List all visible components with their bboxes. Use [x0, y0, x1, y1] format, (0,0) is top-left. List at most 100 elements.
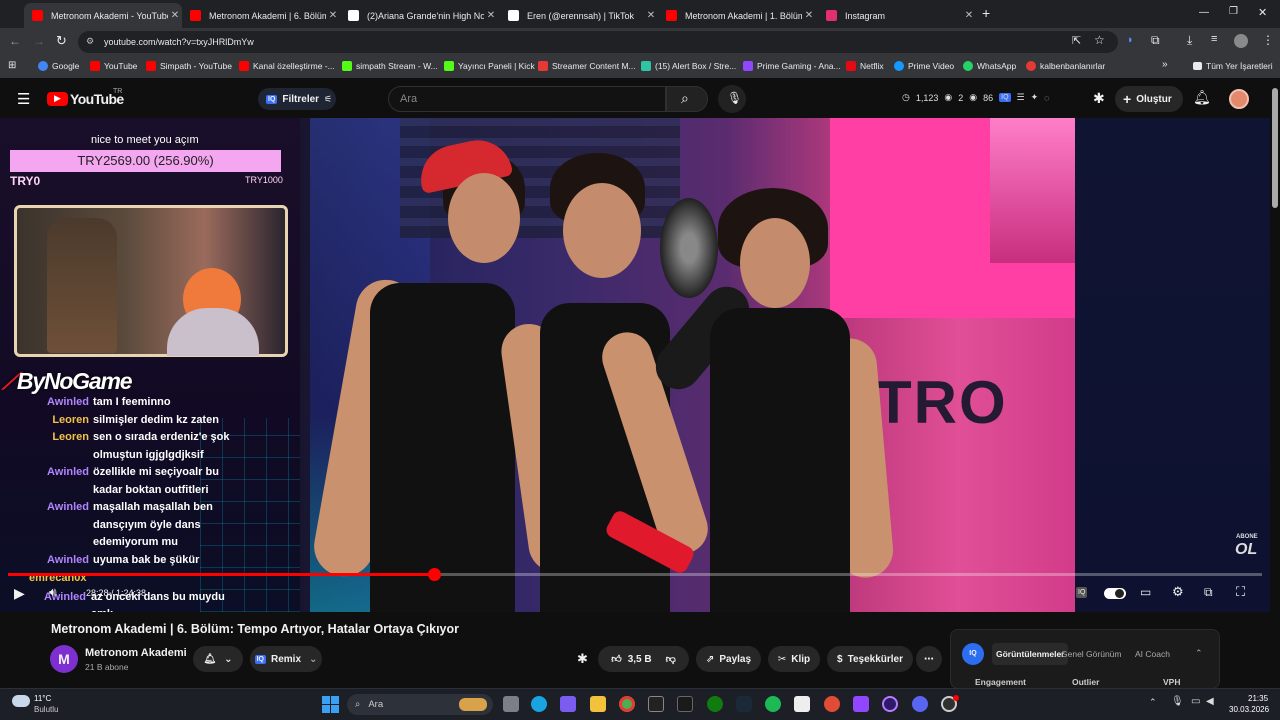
xbox-icon[interactable] — [707, 696, 723, 712]
tab-overview[interactable]: Genel Görünüm — [1061, 649, 1121, 659]
iq-player-icon[interactable]: IQ — [1076, 587, 1088, 598]
weather-temp[interactable]: 11°C — [34, 694, 51, 703]
chrome-icon[interactable] — [619, 696, 635, 712]
start-menu-icon[interactable] — [322, 696, 339, 713]
tab-ariana[interactable]: (2)Ariana Grande'nin High Note ✕ — [340, 3, 498, 28]
profile-avatar[interactable] — [1234, 34, 1248, 48]
microphone-icon[interactable]: 🎙 — [1171, 696, 1184, 707]
task-view-icon[interactable] — [503, 696, 519, 712]
page-scrollbar[interactable] — [1272, 88, 1278, 208]
search-button[interactable]: ⌕ — [666, 86, 708, 112]
bookmark-simpath-youtube[interactable]: Simpath - YouTube — [146, 61, 232, 71]
dislike-icon[interactable]: 👎︎ — [666, 653, 676, 665]
capcut-icon[interactable] — [794, 696, 810, 712]
user-avatar[interactable] — [1229, 89, 1249, 109]
bookmark-kick[interactable]: Yayıncı Paneli | Kick — [444, 61, 535, 71]
bookmark-kanal[interactable]: Kanal özelleştirme -... — [239, 61, 335, 71]
weather-cloud-icon[interactable] — [12, 695, 30, 707]
bookmark-youtube[interactable]: YouTube — [90, 61, 137, 71]
channel-avatar[interactable]: M — [50, 645, 78, 673]
steam-icon[interactable] — [736, 696, 752, 712]
taskbar-search[interactable]: ⌕ Ara — [347, 694, 493, 715]
extension-audio-icon[interactable]: ◗ — [1127, 34, 1134, 46]
play-icon[interactable]: ▶ — [14, 585, 25, 602]
like-icon[interactable]: 👍︎ — [611, 653, 621, 665]
filters-button[interactable]: IQ Filtreler ⚟ — [258, 88, 336, 110]
spotify-icon[interactable] — [765, 696, 781, 712]
video-player[interactable]: TRO nice to meet you açım TRY2569.00 (25… — [0, 118, 1270, 612]
settings-gear-icon[interactable]: ⚙ — [1172, 584, 1184, 600]
channel-name[interactable]: Metronom Akademi — [85, 647, 187, 659]
lightbulb-icon[interactable]: ✦ — [1031, 92, 1039, 103]
voice-search-button[interactable]: 🎙 — [718, 85, 746, 113]
extensions-icon[interactable]: ⧉ — [1151, 33, 1160, 48]
search-input[interactable]: Ara — [388, 86, 666, 112]
restore-icon[interactable]: ❐ — [1229, 6, 1238, 17]
downloads-icon[interactable]: ⤓ — [1187, 33, 1192, 48]
bookmark-netflix[interactable]: Netflix — [846, 61, 884, 71]
iq-icon[interactable]: IQ — [999, 93, 1011, 102]
more-actions-button[interactable]: ⋯ — [916, 646, 942, 672]
thanks-button[interactable]: $ Teşekkürler — [827, 646, 913, 672]
chevron-up-icon[interactable]: ⌃ — [1195, 648, 1203, 659]
subtitles-icon[interactable]: ▭ — [1140, 585, 1151, 599]
tab-metronom-youtube[interactable]: Metronom Akademi - YouTube ✕ — [24, 3, 182, 28]
remix-button[interactable]: IQ Remix ⌄ — [250, 646, 322, 672]
install-icon[interactable]: ⇱ — [1072, 34, 1081, 47]
forward-icon[interactable]: → — [33, 34, 45, 48]
tray-chevron-icon[interactable]: ⌃ — [1149, 697, 1157, 708]
discord-icon[interactable] — [912, 696, 928, 712]
bookmark-prime-gaming[interactable]: Prime Gaming - Ana... — [743, 61, 841, 71]
close-tab-icon[interactable]: ✕ — [644, 10, 658, 21]
list-icon[interactable]: ☰ — [1017, 92, 1025, 103]
share-button[interactable]: ⇗ Paylaş — [696, 646, 761, 672]
extension-plugin-icon[interactable]: ✱ — [1093, 90, 1105, 107]
media-icon[interactable]: ≡ — [1211, 33, 1217, 45]
clock-time[interactable]: 21:35 — [1248, 694, 1268, 703]
bookmark-star-icon[interactable]: ☆ — [1094, 33, 1105, 47]
all-bookmarks[interactable]: Tüm Yer İşaretleri — [1193, 61, 1273, 71]
tab-tiktok-eren[interactable]: Eren (@erennsah) | TikTok ✕ — [500, 3, 658, 28]
close-tab-icon[interactable]: ✕ — [484, 10, 498, 21]
hamburger-menu-icon[interactable]: ☰ — [17, 90, 30, 108]
network-icon[interactable]: ▭ — [1191, 696, 1200, 707]
tab-ai-coach[interactable]: AI Coach — [1135, 649, 1170, 659]
progress-bar[interactable] — [8, 568, 1262, 581]
amazon-icon[interactable] — [677, 696, 693, 712]
url-field[interactable]: ⚙ youtube.com/watch?v=txyJHRlDmYw — [78, 31, 1118, 53]
clip-button[interactable]: ✂ Klip — [768, 646, 820, 672]
bookmark-streamer-content[interactable]: Streamer Content M... — [538, 61, 636, 71]
fullscreen-icon[interactable]: ⛶ — [1236, 584, 1245, 600]
bookmark-google[interactable]: Google — [38, 61, 79, 71]
more-bookmarks-icon[interactable]: » — [1162, 59, 1168, 70]
extension-icon[interactable]: ✱ — [577, 651, 588, 667]
app-icon[interactable] — [824, 696, 840, 712]
subscribed-bell-button[interactable]: 🔔︎ ⌄ — [193, 646, 243, 672]
minimize-icon[interactable]: — — [1199, 7, 1209, 18]
app-icon[interactable] — [882, 696, 898, 712]
bookmark-alert-box[interactable]: (15) Alert Box / Stre... — [641, 61, 736, 71]
reload-icon[interactable]: ↻ — [56, 33, 67, 49]
comment-icon[interactable]: ◌ — [1044, 93, 1049, 103]
tab-metronom-6[interactable]: Metronom Akademi | 6. Bölüm ✕ — [182, 3, 340, 28]
autoplay-toggle[interactable] — [1104, 588, 1126, 599]
tab-instagram[interactable]: Instagram ✕ — [818, 3, 976, 28]
site-info-icon[interactable]: ⚙ — [86, 36, 94, 47]
miniplayer-icon[interactable]: ⧉ — [1204, 585, 1213, 600]
epic-games-icon[interactable] — [648, 696, 664, 712]
twitch-icon[interactable] — [853, 696, 869, 712]
bookmark-prime-video[interactable]: Prime Video — [894, 61, 954, 71]
bookmark-whatsapp[interactable]: WhatsApp — [963, 61, 1016, 71]
close-tab-icon[interactable]: ✕ — [168, 10, 182, 21]
close-tab-icon[interactable]: ✕ — [326, 10, 340, 21]
file-explorer-icon[interactable] — [590, 696, 606, 712]
close-tab-icon[interactable]: ✕ — [962, 10, 976, 21]
create-button[interactable]: + Oluştur — [1115, 86, 1183, 112]
edge-icon[interactable] — [531, 696, 547, 712]
back-icon[interactable]: ← — [9, 34, 21, 48]
notifications-bell-icon[interactable]: 🔔︎ — [1193, 89, 1211, 106]
apps-grid-icon[interactable]: ⊞ — [8, 60, 16, 71]
speaker-icon[interactable]: ◀ — [1206, 696, 1214, 707]
close-tab-icon[interactable]: ✕ — [802, 10, 816, 21]
youtube-logo-icon[interactable]: ▶ — [47, 92, 68, 106]
